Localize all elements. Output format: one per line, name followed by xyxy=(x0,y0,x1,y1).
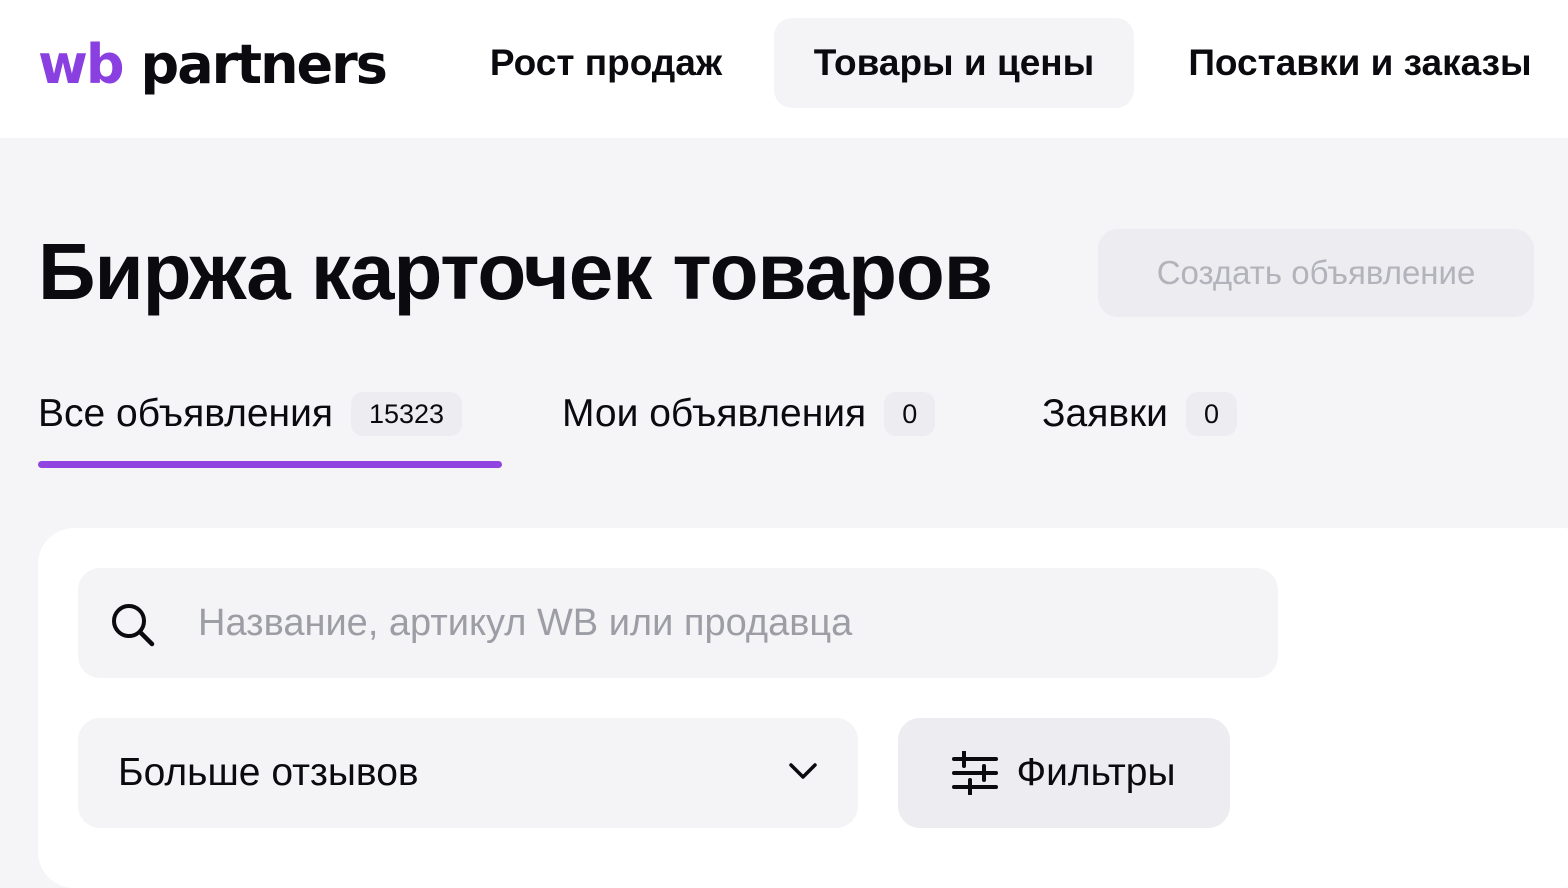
sliders-icon xyxy=(952,751,999,795)
chevron-down-icon xyxy=(789,763,817,779)
tab-my-listings[interactable]: Мои объявления 0 xyxy=(562,384,936,444)
active-tab-indicator xyxy=(38,461,502,468)
filters-label: Фильтры xyxy=(1016,751,1176,794)
sort-selected-value: Больше отзывов xyxy=(118,751,419,794)
search-input[interactable] xyxy=(198,568,1258,678)
page-title: Биржа карточек товаров xyxy=(38,227,993,316)
tab-requests[interactable]: Заявки 0 xyxy=(1042,384,1237,444)
search-icon xyxy=(112,604,155,647)
nav-item-products-prices[interactable]: Товары и цены xyxy=(774,18,1134,108)
top-header: wb partners Рост продаж Товары и цены По… xyxy=(0,0,1568,138)
logo-partners-text: partners xyxy=(140,33,388,96)
create-listing-button[interactable]: Создать объявление xyxy=(1098,229,1534,317)
search-box[interactable] xyxy=(78,568,1278,678)
logo-wb-text: wb xyxy=(38,33,125,96)
tab-label: Все объявления xyxy=(38,392,333,435)
tab-count-badge: 15323 xyxy=(350,392,463,436)
nav-item-supplies-orders[interactable]: Поставки и заказы xyxy=(1160,18,1560,108)
tab-all-listings[interactable]: Все объявления 15323 xyxy=(38,384,463,444)
nav-item-sales-growth[interactable]: Рост продаж xyxy=(458,18,754,108)
wb-partners-logo[interactable]: wb partners xyxy=(38,30,388,100)
filters-button[interactable]: Фильтры xyxy=(898,718,1230,828)
tab-count-badge: 0 xyxy=(1185,392,1237,436)
sort-select[interactable]: Больше отзывов xyxy=(78,718,858,828)
tab-label: Мои объявления xyxy=(562,392,867,435)
tab-label: Заявки xyxy=(1042,392,1168,435)
tab-count-badge: 0 xyxy=(884,392,936,436)
